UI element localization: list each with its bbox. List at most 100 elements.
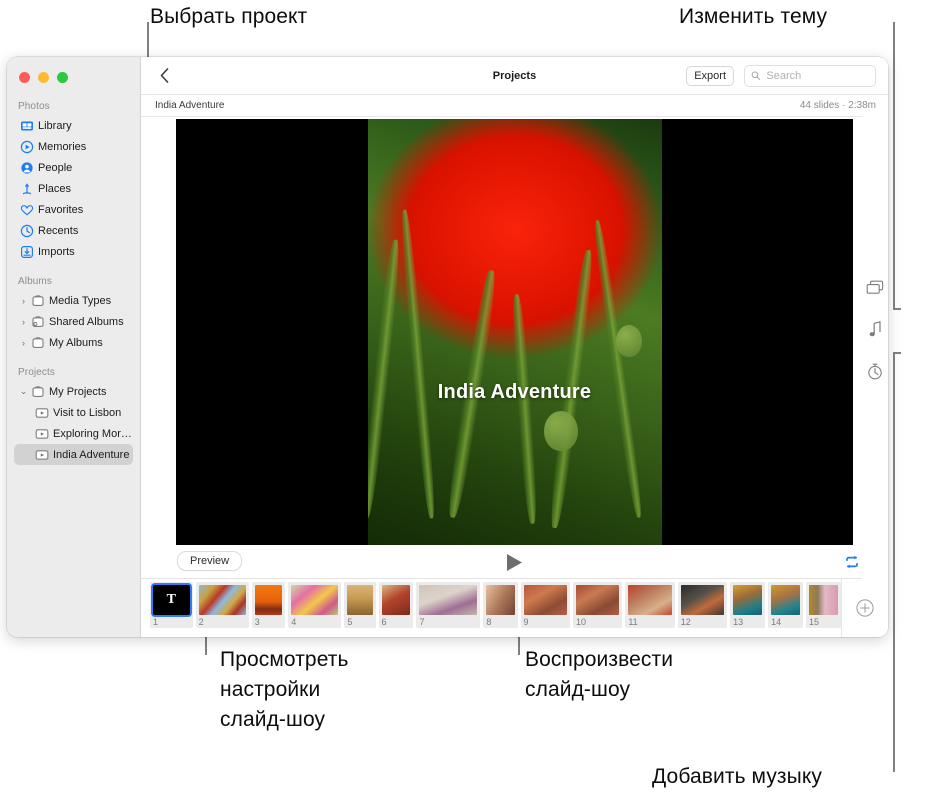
export-button[interactable]: Export xyxy=(686,65,734,86)
sidebar-section-header: Albums xyxy=(18,276,52,287)
chevron-right-icon[interactable]: › xyxy=(18,317,29,327)
sidebar: Photos Library Memories People Places Favorit… xyxy=(7,57,141,637)
album-icon xyxy=(31,294,44,306)
slideshow-icon xyxy=(35,449,48,460)
filmstrip-thumb[interactable]: 8 xyxy=(483,582,518,628)
recents-icon xyxy=(20,224,33,237)
slide-preview[interactable]: India Adventure xyxy=(176,119,853,545)
slideshow-icon xyxy=(35,428,48,439)
sidebar-item-label: Memories xyxy=(38,140,87,153)
sidebar-item-recents[interactable]: Recents xyxy=(14,220,133,241)
thumb-image xyxy=(254,585,283,615)
toolbar-right-group: Export xyxy=(686,64,888,87)
music-button[interactable] xyxy=(865,319,885,339)
content-area: Projects Export India Adventure 44 slide… xyxy=(141,57,888,637)
sidebar-item-people[interactable]: People xyxy=(14,157,133,178)
thumb-number: 6 xyxy=(381,617,387,627)
theme-icon xyxy=(866,280,884,294)
callout-select-project: Выбрать проект xyxy=(150,5,308,28)
sidebar-item-label: My Albums xyxy=(49,336,103,349)
thumb-image xyxy=(347,585,373,615)
loop-button[interactable] xyxy=(841,551,863,573)
sidebar-item-india-adventure[interactable]: India Adventure xyxy=(14,444,133,465)
minimize-button[interactable] xyxy=(38,72,49,83)
filmstrip-thumb[interactable]: 13 xyxy=(730,582,766,628)
thumb-number: 10 xyxy=(575,617,586,627)
filmstrip-thumb[interactable]: 3 xyxy=(251,582,286,628)
filmstrip-thumb[interactable]: 15 xyxy=(806,582,841,628)
thumb-image xyxy=(486,585,515,615)
filmstrip-thumb[interactable]: 10 xyxy=(572,582,623,628)
thumb-image xyxy=(198,585,246,615)
chevron-down-icon[interactable]: ⌄ xyxy=(18,386,29,397)
sidebar-list[interactable]: Photos Library Memories People Places Favorit… xyxy=(7,97,140,637)
thumb-number: 11 xyxy=(628,617,638,627)
sidebar-section-spacer xyxy=(7,353,140,363)
thumb-image xyxy=(771,585,801,615)
thumb-image xyxy=(809,585,838,615)
sidebar-item-label: Exploring Mor… xyxy=(53,427,132,440)
thumb-image xyxy=(381,585,411,615)
sidebar-item-my-projects[interactable]: ⌄ My Projects xyxy=(14,381,133,402)
chevron-right-icon[interactable]: › xyxy=(18,338,29,348)
filmstrip-thumb[interactable]: T1 xyxy=(150,582,193,628)
filmstrip-thumb[interactable]: 14 xyxy=(768,582,804,628)
window-traffic-lights xyxy=(19,72,68,83)
sidebar-item-visit-to-lisbon[interactable]: Visit to Lisbon xyxy=(14,402,133,423)
filmstrip-thumb[interactable]: 2 xyxy=(195,582,249,628)
thumb-number: 8 xyxy=(486,617,492,627)
add-slide-button[interactable] xyxy=(841,579,888,637)
sidebar-item-label: Favorites xyxy=(38,203,84,216)
thumb-number: 7 xyxy=(419,617,425,627)
callout-change-theme: Изменить тему xyxy=(679,5,828,28)
sidebar-item-media-types[interactable]: › Media Types xyxy=(14,290,133,311)
thumb-number: 15 xyxy=(809,617,820,627)
sidebar-item-label: Shared Albums xyxy=(49,315,124,328)
filmstrip-thumb[interactable]: 4 xyxy=(288,582,342,628)
sidebar-item-label: My Projects xyxy=(49,385,107,398)
sidebar-item-memories[interactable]: Memories xyxy=(14,136,133,157)
thumb-number: 14 xyxy=(771,617,782,627)
leader-change-theme-horizontal xyxy=(893,308,901,310)
zoom-button[interactable] xyxy=(57,72,68,83)
sidebar-item-exploring-mor[interactable]: Exploring Mor… xyxy=(14,423,133,444)
shared-album-icon xyxy=(29,315,46,329)
sidebar-item-my-albums[interactable]: › My Albums xyxy=(14,332,133,353)
sidebar-item-favorites[interactable]: Favorites xyxy=(14,199,133,220)
sidebar-section-header: Projects xyxy=(18,367,55,378)
leader-add-music-horizontal xyxy=(893,352,901,354)
sidebar-section-header: Photos xyxy=(18,101,50,112)
close-button[interactable] xyxy=(19,72,30,83)
sidebar-item-imports[interactable]: Imports xyxy=(14,241,133,262)
leader-change-theme-vertical xyxy=(893,22,895,310)
filmstrip-thumb[interactable]: 6 xyxy=(378,582,414,628)
filmstrip[interactable]: T 1 2 3 4 5 6 7 8 9 10 11 12 13 14 15 xyxy=(141,582,841,634)
slide-photo xyxy=(367,119,662,545)
duration-timer-icon xyxy=(868,363,882,379)
filmstrip-thumb[interactable]: 12 xyxy=(677,582,728,628)
thumb-image xyxy=(291,585,339,615)
theme-button[interactable] xyxy=(865,277,885,297)
play-button[interactable] xyxy=(504,551,526,573)
album-icon xyxy=(29,385,46,399)
search-field[interactable] xyxy=(744,64,876,87)
chevron-right-icon[interactable]: › xyxy=(18,296,29,306)
plus-circle-icon xyxy=(856,599,874,617)
album-icon xyxy=(29,294,46,308)
sidebar-item-places[interactable]: Places xyxy=(14,178,133,199)
sidebar-item-label: Visit to Lisbon xyxy=(53,406,122,419)
sidebar-item-shared-albums[interactable]: › Shared Albums xyxy=(14,311,133,332)
project-subheader: India Adventure 44 slides · 2:38m xyxy=(141,95,888,117)
preview-button[interactable]: Preview xyxy=(177,551,243,571)
duration-button[interactable] xyxy=(865,361,885,381)
slideshow-icon xyxy=(33,448,50,462)
thumb-image xyxy=(733,585,763,615)
filmstrip-thumb[interactable]: 11 xyxy=(625,582,675,628)
search-input[interactable] xyxy=(764,68,869,83)
filmstrip-thumb[interactable]: 9 xyxy=(520,582,570,628)
filmstrip-thumb[interactable]: 7 xyxy=(416,582,481,628)
back-button[interactable] xyxy=(149,61,179,91)
sidebar-item-library[interactable]: Library xyxy=(14,115,133,136)
filmstrip-thumb[interactable]: 5 xyxy=(344,582,376,628)
thumb-number: 4 xyxy=(291,617,297,627)
